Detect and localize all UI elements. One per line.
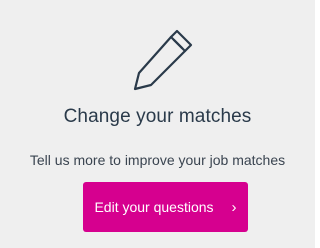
change-matches-card: Change your matches Tell us more to impr…	[0, 0, 315, 248]
card-title: Change your matches	[63, 106, 252, 127]
pencil-icon	[133, 29, 193, 91]
chevron-right-icon: ›	[231, 198, 237, 216]
card-subtitle: Tell us more to improve your job matches	[29, 152, 286, 168]
edit-questions-button[interactable]: Edit your questions ›	[83, 182, 248, 232]
edit-questions-label: Edit your questions	[94, 199, 214, 215]
